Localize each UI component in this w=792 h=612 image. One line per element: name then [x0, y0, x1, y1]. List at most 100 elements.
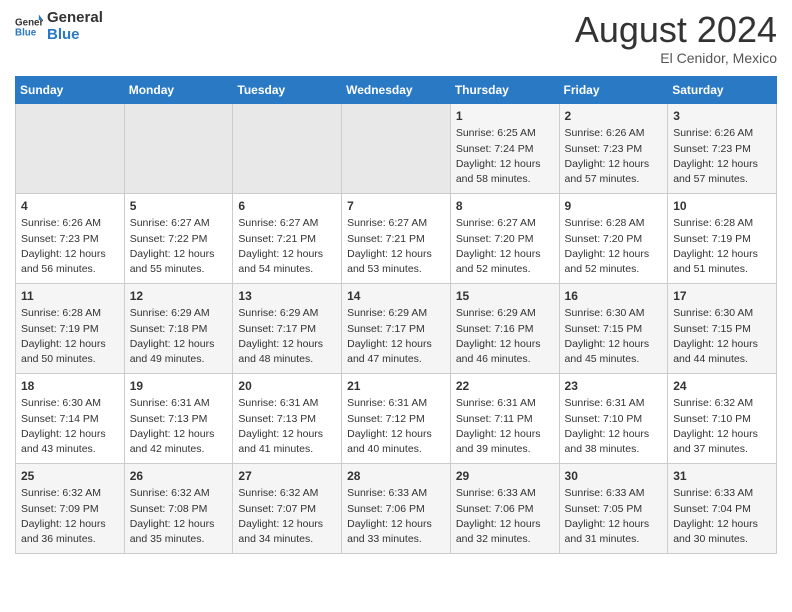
day-number: 20	[238, 378, 336, 395]
calendar-cell: 29Sunrise: 6:33 AMSunset: 7:06 PMDayligh…	[450, 463, 559, 553]
logo: General Blue General Blue	[15, 10, 103, 43]
day-number: 18	[21, 378, 119, 395]
cell-content: Sunrise: 6:27 AMSunset: 7:21 PMDaylight:…	[238, 216, 336, 277]
cell-content: Sunrise: 6:29 AMSunset: 7:18 PMDaylight:…	[130, 306, 228, 367]
day-number: 23	[565, 378, 663, 395]
page-header: General Blue General Blue August 2024 El…	[15, 10, 777, 66]
month-year: August 2024	[575, 10, 777, 50]
calendar-cell	[233, 103, 342, 193]
calendar-cell: 5Sunrise: 6:27 AMSunset: 7:22 PMDaylight…	[124, 193, 233, 283]
day-number: 29	[456, 468, 554, 485]
cell-content: Sunrise: 6:27 AMSunset: 7:22 PMDaylight:…	[130, 216, 228, 277]
cell-content: Sunrise: 6:32 AMSunset: 7:08 PMDaylight:…	[130, 486, 228, 547]
logo-icon: General Blue	[15, 13, 43, 41]
day-number: 28	[347, 468, 445, 485]
cell-content: Sunrise: 6:28 AMSunset: 7:20 PMDaylight:…	[565, 216, 663, 277]
cell-content: Sunrise: 6:33 AMSunset: 7:05 PMDaylight:…	[565, 486, 663, 547]
day-number: 22	[456, 378, 554, 395]
title-block: August 2024 El Cenidor, Mexico	[575, 10, 777, 66]
calendar-cell: 19Sunrise: 6:31 AMSunset: 7:13 PMDayligh…	[124, 373, 233, 463]
calendar-cell	[124, 103, 233, 193]
day-number: 15	[456, 288, 554, 305]
day-number: 16	[565, 288, 663, 305]
cell-content: Sunrise: 6:32 AMSunset: 7:07 PMDaylight:…	[238, 486, 336, 547]
day-number: 25	[21, 468, 119, 485]
day-number: 10	[673, 198, 771, 215]
cell-content: Sunrise: 6:31 AMSunset: 7:13 PMDaylight:…	[130, 396, 228, 457]
calendar-cell: 24Sunrise: 6:32 AMSunset: 7:10 PMDayligh…	[668, 373, 777, 463]
day-number: 12	[130, 288, 228, 305]
calendar-cell: 15Sunrise: 6:29 AMSunset: 7:16 PMDayligh…	[450, 283, 559, 373]
day-number: 26	[130, 468, 228, 485]
svg-text:Blue: Blue	[15, 27, 37, 38]
day-number: 14	[347, 288, 445, 305]
cell-content: Sunrise: 6:28 AMSunset: 7:19 PMDaylight:…	[673, 216, 771, 277]
cell-content: Sunrise: 6:26 AMSunset: 7:23 PMDaylight:…	[673, 126, 771, 187]
cell-content: Sunrise: 6:30 AMSunset: 7:15 PMDaylight:…	[673, 306, 771, 367]
calendar-cell: 13Sunrise: 6:29 AMSunset: 7:17 PMDayligh…	[233, 283, 342, 373]
calendar-cell: 6Sunrise: 6:27 AMSunset: 7:21 PMDaylight…	[233, 193, 342, 283]
calendar-cell: 16Sunrise: 6:30 AMSunset: 7:15 PMDayligh…	[559, 283, 668, 373]
calendar-cell	[16, 103, 125, 193]
day-number: 4	[21, 198, 119, 215]
cell-content: Sunrise: 6:29 AMSunset: 7:16 PMDaylight:…	[456, 306, 554, 367]
cell-content: Sunrise: 6:31 AMSunset: 7:12 PMDaylight:…	[347, 396, 445, 457]
day-header-sunday: Sunday	[16, 76, 125, 103]
day-header-friday: Friday	[559, 76, 668, 103]
calendar-cell: 7Sunrise: 6:27 AMSunset: 7:21 PMDaylight…	[342, 193, 451, 283]
calendar-cell: 4Sunrise: 6:26 AMSunset: 7:23 PMDaylight…	[16, 193, 125, 283]
cell-content: Sunrise: 6:27 AMSunset: 7:20 PMDaylight:…	[456, 216, 554, 277]
location: El Cenidor, Mexico	[575, 50, 777, 66]
cell-content: Sunrise: 6:30 AMSunset: 7:14 PMDaylight:…	[21, 396, 119, 457]
cell-content: Sunrise: 6:26 AMSunset: 7:23 PMDaylight:…	[21, 216, 119, 277]
day-header-tuesday: Tuesday	[233, 76, 342, 103]
calendar-week-row: 1Sunrise: 6:25 AMSunset: 7:24 PMDaylight…	[16, 103, 777, 193]
day-header-thursday: Thursday	[450, 76, 559, 103]
day-number: 19	[130, 378, 228, 395]
calendar-cell: 31Sunrise: 6:33 AMSunset: 7:04 PMDayligh…	[668, 463, 777, 553]
calendar-cell: 21Sunrise: 6:31 AMSunset: 7:12 PMDayligh…	[342, 373, 451, 463]
day-number: 6	[238, 198, 336, 215]
calendar-cell: 30Sunrise: 6:33 AMSunset: 7:05 PMDayligh…	[559, 463, 668, 553]
calendar-cell: 14Sunrise: 6:29 AMSunset: 7:17 PMDayligh…	[342, 283, 451, 373]
cell-content: Sunrise: 6:33 AMSunset: 7:06 PMDaylight:…	[456, 486, 554, 547]
logo-line2: Blue	[47, 27, 103, 44]
day-number: 7	[347, 198, 445, 215]
day-number: 27	[238, 468, 336, 485]
cell-content: Sunrise: 6:28 AMSunset: 7:19 PMDaylight:…	[21, 306, 119, 367]
calendar-cell: 26Sunrise: 6:32 AMSunset: 7:08 PMDayligh…	[124, 463, 233, 553]
calendar-cell: 9Sunrise: 6:28 AMSunset: 7:20 PMDaylight…	[559, 193, 668, 283]
cell-content: Sunrise: 6:31 AMSunset: 7:10 PMDaylight:…	[565, 396, 663, 457]
day-header-monday: Monday	[124, 76, 233, 103]
day-number: 17	[673, 288, 771, 305]
calendar-cell	[342, 103, 451, 193]
calendar-cell: 11Sunrise: 6:28 AMSunset: 7:19 PMDayligh…	[16, 283, 125, 373]
cell-content: Sunrise: 6:25 AMSunset: 7:24 PMDaylight:…	[456, 126, 554, 187]
cell-content: Sunrise: 6:31 AMSunset: 7:13 PMDaylight:…	[238, 396, 336, 457]
day-number: 2	[565, 108, 663, 125]
day-number: 13	[238, 288, 336, 305]
day-number: 11	[21, 288, 119, 305]
calendar-cell: 20Sunrise: 6:31 AMSunset: 7:13 PMDayligh…	[233, 373, 342, 463]
calendar-cell: 3Sunrise: 6:26 AMSunset: 7:23 PMDaylight…	[668, 103, 777, 193]
calendar-week-row: 4Sunrise: 6:26 AMSunset: 7:23 PMDaylight…	[16, 193, 777, 283]
day-number: 30	[565, 468, 663, 485]
calendar-week-row: 11Sunrise: 6:28 AMSunset: 7:19 PMDayligh…	[16, 283, 777, 373]
day-number: 1	[456, 108, 554, 125]
day-number: 9	[565, 198, 663, 215]
calendar-cell: 27Sunrise: 6:32 AMSunset: 7:07 PMDayligh…	[233, 463, 342, 553]
calendar-cell: 28Sunrise: 6:33 AMSunset: 7:06 PMDayligh…	[342, 463, 451, 553]
cell-content: Sunrise: 6:31 AMSunset: 7:11 PMDaylight:…	[456, 396, 554, 457]
calendar-table: SundayMondayTuesdayWednesdayThursdayFrid…	[15, 76, 777, 554]
logo-line1: General	[47, 10, 103, 27]
cell-content: Sunrise: 6:33 AMSunset: 7:06 PMDaylight:…	[347, 486, 445, 547]
day-number: 5	[130, 198, 228, 215]
calendar-cell: 17Sunrise: 6:30 AMSunset: 7:15 PMDayligh…	[668, 283, 777, 373]
day-header-wednesday: Wednesday	[342, 76, 451, 103]
calendar-cell: 22Sunrise: 6:31 AMSunset: 7:11 PMDayligh…	[450, 373, 559, 463]
calendar-cell: 2Sunrise: 6:26 AMSunset: 7:23 PMDaylight…	[559, 103, 668, 193]
calendar-week-row: 18Sunrise: 6:30 AMSunset: 7:14 PMDayligh…	[16, 373, 777, 463]
day-number: 24	[673, 378, 771, 395]
cell-content: Sunrise: 6:32 AMSunset: 7:10 PMDaylight:…	[673, 396, 771, 457]
day-number: 31	[673, 468, 771, 485]
